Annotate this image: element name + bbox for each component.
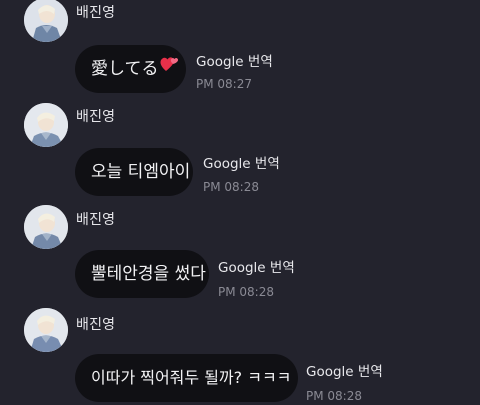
- message-text: 뿔테안경을 썼다: [91, 264, 206, 284]
- timestamp: PM 08:28: [203, 180, 259, 194]
- chat-view[interactable]: 배진영 愛してる Google 번역 PM 08:27 배진영 오늘 티엠아이 …: [0, 0, 480, 405]
- sender-name: 배진영: [76, 212, 116, 228]
- two-hearts-icon: [159, 43, 179, 91]
- message-text: 愛してる: [91, 59, 159, 79]
- timestamp: PM 08:28: [306, 389, 362, 403]
- google-translate-link[interactable]: Google 번역: [203, 152, 280, 172]
- avatar[interactable]: [24, 205, 68, 249]
- message-text: 오늘 티엠아이: [91, 162, 191, 182]
- google-translate-link[interactable]: Google 번역: [218, 256, 295, 276]
- message-bubble[interactable]: 愛してる: [75, 45, 186, 93]
- message-group: 배진영 오늘 티엠아이 Google 번역 PM 08:28: [0, 100, 480, 200]
- google-translate-link[interactable]: Google 번역: [196, 50, 273, 70]
- message-bubble[interactable]: 오늘 티엠아이: [75, 148, 193, 196]
- message-bubble[interactable]: 이따가 찍어줘두 될까? ㅋㅋㅋ: [75, 354, 298, 402]
- timestamp: PM 08:28: [218, 285, 274, 299]
- sender-name: 배진영: [76, 317, 116, 333]
- sender-name: 배진영: [76, 109, 116, 125]
- message-text: 이따가 찍어줘두 될까? ㅋㅋㅋ: [91, 368, 292, 387]
- message-group: 배진영 뿔테안경을 썼다 Google 번역 PM 08:28: [0, 204, 480, 304]
- avatar[interactable]: [24, 103, 68, 147]
- google-translate-link[interactable]: Google 번역: [306, 360, 383, 380]
- message-group: 배진영 이따가 찍어줘두 될까? ㅋㅋㅋ Google 번역 PM 08:28: [0, 308, 480, 405]
- avatar[interactable]: [24, 308, 68, 352]
- sender-name: 배진영: [76, 5, 116, 21]
- message-bubble[interactable]: 뿔테안경을 썼다: [75, 250, 209, 298]
- avatar[interactable]: [24, 0, 68, 42]
- message-group: 배진영 愛してる Google 번역 PM 08:27: [0, 0, 480, 100]
- timestamp: PM 08:27: [196, 77, 252, 91]
